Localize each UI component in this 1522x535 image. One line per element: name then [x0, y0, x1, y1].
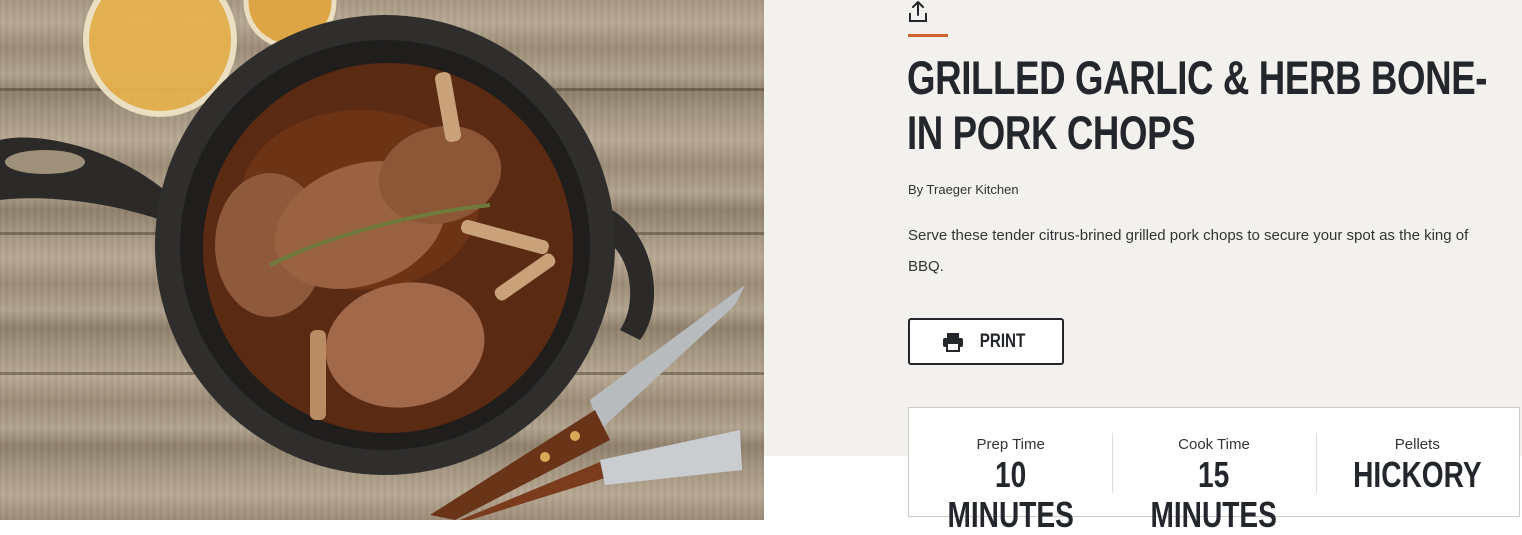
print-button[interactable]: PRINT	[908, 318, 1064, 365]
title-accent-bar	[908, 34, 948, 37]
skillet-illustration	[0, 0, 745, 520]
stat-label: Pellets	[1394, 436, 1440, 453]
recipe-title: GRILLED GARLIC & HERB BONE-IN PORK CHOPS	[907, 51, 1488, 159]
recipe-stats-panel: Prep Time 10 MINUTES Cook Time 15 MINUTE…	[908, 407, 1520, 535]
stat-prep-time: Prep Time 10 MINUTES	[909, 408, 1112, 535]
stat-value: HICKORY	[1353, 454, 1482, 495]
recipe-description: Serve these tender citrus-brined grilled…	[908, 227, 1469, 275]
printer-icon	[942, 332, 963, 352]
stat-label: Prep Time	[976, 436, 1045, 453]
print-button-label: PRINT	[979, 330, 1025, 352]
stat-label: Cook Time	[1178, 436, 1250, 453]
stat-value: 15 MINUTES	[1150, 454, 1278, 535]
share-button[interactable]	[906, 0, 930, 24]
share-icon	[909, 1, 927, 22]
stat-cook-time: Cook Time 15 MINUTES	[1112, 408, 1315, 535]
recipe-hero-image	[0, 0, 764, 520]
recipe-byline: By Traeger Kitchen	[908, 182, 1019, 197]
stat-value: 10 MINUTES	[947, 454, 1074, 535]
stat-pellets: Pellets HICKORY	[1315, 408, 1519, 495]
